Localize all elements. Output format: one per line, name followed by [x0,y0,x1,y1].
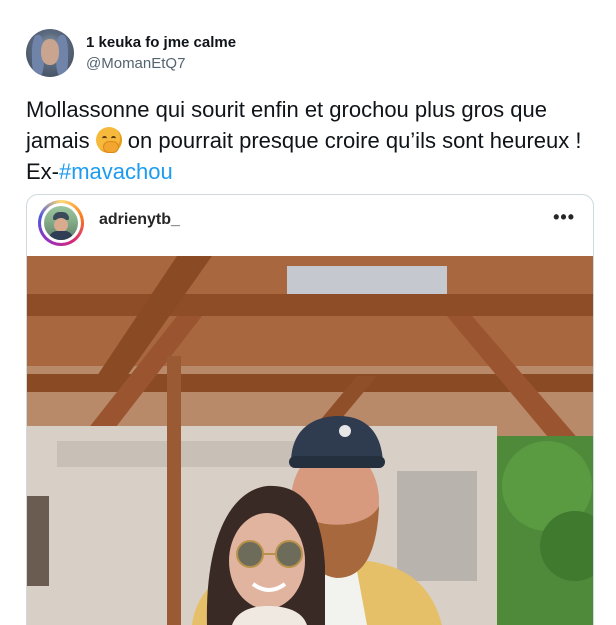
avatar-body [49,231,73,240]
roof-beam [27,294,593,316]
sunglasses-lens [236,540,264,568]
instagram-username[interactable]: adrienytb_ [99,211,180,229]
sunglasses-lens [275,540,303,568]
more-options-icon[interactable]: ••• [553,207,575,228]
instagram-post-header: adrienytb_ ••• [27,195,593,255]
instagram-embed-card[interactable]: adrienytb_ ••• [26,194,594,625]
man-cap-brim [289,456,385,468]
avatar-face [41,39,59,65]
roof-sky-gap [287,266,447,296]
instagram-avatar-picture [44,206,78,240]
post-photo[interactable] [27,256,593,625]
building-window [397,471,477,581]
tweet-text: Mollassonne qui sourit enfin et grochou … [26,94,596,187]
user-handle[interactable]: @MomanEtQ7 [86,55,185,72]
instagram-avatar-ring [41,203,81,243]
tweet[interactable]: 1 keuka fo jme calme @MomanEtQ7 Mollasso… [0,0,616,625]
emoji-eye [101,136,107,141]
wooden-post [167,356,181,625]
user-avatar[interactable] [26,29,74,77]
emoji-hand [102,141,119,153]
hashtag-link[interactable]: #mavachou [59,159,173,184]
building-door [27,496,49,586]
instagram-avatar[interactable] [38,200,84,246]
avatar-head [54,218,68,232]
face-with-hand-over-mouth-icon [95,127,122,153]
display-name[interactable]: 1 keuka fo jme calme [86,34,236,51]
cap-logo [339,425,351,437]
